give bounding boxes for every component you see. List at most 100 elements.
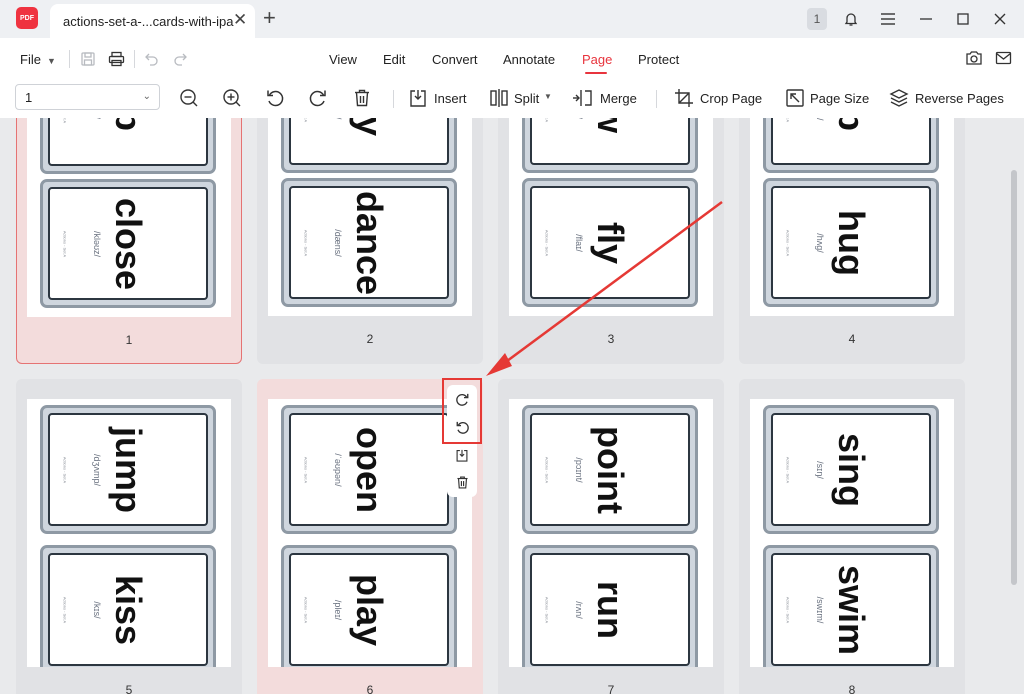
card-footer-text: Actions - Set A <box>303 596 309 623</box>
chevron-down-icon[interactable]: ▼ <box>544 92 552 101</box>
document-tab-title: actions-set-a-...cards-with-ipa <box>63 14 234 29</box>
card-word: kiss <box>108 574 149 645</box>
mail-icon[interactable] <box>991 46 1015 70</box>
divider <box>134 50 135 68</box>
page-toolbar: 1 ⌄ Insert Split ▼ Merge Crop Page Page … <box>0 80 1024 119</box>
card-ipa: /sɪŋ/ <box>815 460 825 479</box>
page-number-label: 6 <box>366 683 374 694</box>
close-window-icon[interactable] <box>989 8 1011 30</box>
card-footer-text: Actions - Set A <box>545 118 550 122</box>
card-word: open <box>349 426 390 513</box>
split-icon[interactable] <box>487 86 511 110</box>
card-ipa: /kɪs/ <box>92 600 102 619</box>
page-thumbnail[interactable]: Actions - Set A/drɔː/awActions - Set A/f… <box>498 118 724 364</box>
card-ipa: /drɔː/ <box>574 118 584 119</box>
file-menu-label: File <box>20 52 41 67</box>
card-footer-text: Actions - Set A <box>785 229 791 256</box>
page-preview: Actions - Set A/pɔɪnt/point Actions - Set… <box>509 399 713 667</box>
card-word: play <box>349 573 390 646</box>
flashcard-inner: Actions - Set A/dæns/dance <box>289 186 449 299</box>
vertical-scrollbar[interactable] <box>1011 170 1017 585</box>
card-ipa: /dæns/ <box>333 228 343 257</box>
new-tab-button[interactable]: + <box>263 5 276 31</box>
card-footer-text: Actions - Set A <box>303 229 309 256</box>
zoom-out-icon[interactable] <box>177 86 201 110</box>
card-ipa: /flaɪ/ <box>574 233 584 252</box>
menu-convert[interactable]: Convert <box>432 52 478 67</box>
menu-protect[interactable]: Protect <box>638 52 679 67</box>
split-button-label[interactable]: Split <box>514 91 539 106</box>
card-ipa: /æp/ <box>92 118 102 119</box>
file-menu[interactable]: File ▼ <box>20 52 56 67</box>
page-thumbnail[interactable]: Actions - Set A/æp/apActions - Set A/klə… <box>16 118 242 364</box>
reverse-pages-icon[interactable] <box>887 86 911 110</box>
flashcard-inner: Actions - Set A/æp/ap <box>48 118 208 166</box>
flashcard-inner: Actions - Set A/flaɪ/fly <box>530 186 690 299</box>
document-tab[interactable]: actions-set-a-...cards-with-ipa ✕ <box>50 4 255 38</box>
page-number-label: 2 <box>366 332 374 346</box>
page-thumbnail[interactable]: Actions - Set A/kraɪ/cryActions - Set A/… <box>257 118 483 364</box>
flashcard: Actions - Set A/dæns/dance <box>281 178 457 307</box>
page-thumbnail[interactable]: Actions - Set A/sɪŋ/sing Actions - Set A /… <box>739 379 965 694</box>
maximize-icon[interactable] <box>952 8 974 30</box>
card-ipa: /pleɪ/ <box>333 599 343 620</box>
menu-bar: File ▼ View Edit Convert Annotate Page Pr… <box>0 38 1024 80</box>
flashcard-inner: Actions - Set A/drɒp/op <box>771 118 931 165</box>
flashcard: Actions - Set A/dʒʌmp/jump <box>40 405 216 534</box>
page-size-button-label[interactable]: Page Size <box>810 91 869 106</box>
insert-page-icon[interactable] <box>453 446 471 464</box>
rotate-left-icon[interactable] <box>263 86 287 110</box>
flashcard-inner: Actions - Set A/kraɪ/cry <box>289 118 449 165</box>
flashcard: Actions - Set A/swɪm/swim <box>763 545 939 667</box>
redo-icon[interactable] <box>168 47 192 71</box>
print-icon[interactable] <box>104 47 128 71</box>
card-word: dance <box>349 190 390 295</box>
card-word: point <box>590 425 631 514</box>
flashcard: Actions - Set A/kraɪ/cry <box>281 118 457 173</box>
reverse-pages-button-label[interactable]: Reverse Pages <box>915 91 1004 106</box>
divider <box>393 90 394 108</box>
bell-icon[interactable] <box>840 8 862 30</box>
page-number-select[interactable]: 1 ⌄ <box>15 84 160 110</box>
flashcard: Actions - Set A/hʌɡ/hug <box>763 178 939 307</box>
divider <box>69 50 70 68</box>
menu-edit[interactable]: Edit <box>383 52 405 67</box>
delete-page-icon[interactable] <box>453 473 471 491</box>
minimize-icon[interactable] <box>915 8 937 30</box>
zoom-in-icon[interactable] <box>220 86 244 110</box>
card-footer-text: Actions - Set A <box>785 456 791 483</box>
camera-icon[interactable] <box>962 46 986 70</box>
page-thumbnail[interactable]: Actions - Set A/dʒʌmp/jump Actions - Set … <box>16 379 242 694</box>
page-size-icon[interactable] <box>783 86 807 110</box>
insert-page-icon[interactable] <box>406 86 430 110</box>
menu-view[interactable]: View <box>329 52 357 67</box>
crop-page-button-label[interactable]: Crop Page <box>700 91 762 106</box>
card-word: run <box>590 580 631 639</box>
menu-page[interactable]: Page <box>582 52 612 67</box>
notification-count-badge[interactable]: 1 <box>807 8 827 30</box>
card-ipa: /pɔɪnt/ <box>574 456 584 483</box>
flashcard: Actions - Set A/drɔː/aw <box>522 118 698 173</box>
close-tab-icon[interactable]: ✕ <box>233 10 247 30</box>
merge-button-label[interactable]: Merge <box>600 91 637 106</box>
page-thumbnail[interactable]: Actions - Set A/drɒp/op Actions - Set A/h… <box>739 118 965 364</box>
card-word: hug <box>831 209 872 276</box>
delete-page-icon[interactable] <box>350 86 374 110</box>
crop-icon[interactable] <box>672 86 696 110</box>
page-thumbnail[interactable]: Actions - Set A/pɔɪnt/point Actions - Set… <box>498 379 724 694</box>
card-ipa: /kləʊz/ <box>92 230 102 257</box>
card-footer-text: Actions - Set A <box>544 596 550 623</box>
annotation-highlight-box <box>442 378 482 444</box>
rotate-right-icon[interactable] <box>306 86 330 110</box>
page-number-label: 4 <box>848 332 856 346</box>
hamburger-menu-icon[interactable] <box>877 8 899 30</box>
save-icon[interactable] <box>76 47 100 71</box>
merge-icon[interactable] <box>570 86 594 110</box>
card-ipa: /rʌn/ <box>574 600 584 619</box>
menu-annotate[interactable]: Annotate <box>503 52 555 67</box>
undo-icon[interactable] <box>140 47 164 71</box>
card-ipa: /drɒp/ <box>815 118 825 120</box>
card-word: aw <box>589 118 631 133</box>
flashcard: Actions - Set A/rʌn/run <box>522 545 698 667</box>
insert-button-label[interactable]: Insert <box>434 91 467 106</box>
